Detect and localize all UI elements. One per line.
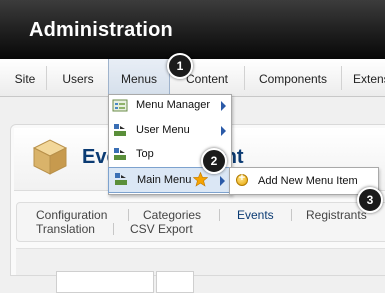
dropdown-item-user-menu[interactable]: User Menu (108, 119, 230, 143)
menu-separator (244, 66, 245, 90)
tab-translation[interactable]: Translation (36, 222, 95, 236)
menu-icon (115, 173, 127, 185)
tab-events[interactable]: Events (237, 208, 274, 222)
tab-separator (219, 209, 220, 221)
dropdown-item-menu-manager[interactable]: Menu Manager (108, 94, 230, 118)
plus-glyph: + (238, 172, 246, 184)
menu-menus[interactable]: Menus (108, 59, 170, 96)
menu-components[interactable]: Components (248, 59, 338, 96)
tab-categories[interactable]: Categories (143, 208, 201, 222)
menu-icon (114, 124, 126, 136)
step-badge-1: 1 (167, 53, 193, 79)
tab-configuration[interactable]: Configuration (36, 208, 107, 222)
tab-csv-export[interactable]: CSV Export (130, 222, 193, 236)
star-icon (193, 172, 208, 187)
menu-icon (114, 148, 126, 160)
submenu-arrow-icon (220, 176, 225, 186)
step-badge-3: 3 (357, 187, 383, 213)
filter-input[interactable] (56, 271, 154, 293)
tab-separator (128, 209, 129, 221)
menu-users[interactable]: Users (50, 59, 106, 96)
step-badge-2: 2 (201, 148, 227, 174)
dropdown-label: User Menu (136, 124, 190, 136)
tab-registrants[interactable]: Registrants (306, 208, 367, 222)
menu-separator (46, 66, 47, 90)
dropdown-label: Top (136, 148, 154, 160)
submenu-arrow-icon (221, 101, 226, 111)
dropdown-label: Menu Manager (136, 99, 210, 111)
component-box-icon (32, 139, 68, 175)
header-title: Administration (29, 19, 173, 41)
tab-separator (291, 209, 292, 221)
submenu-arrow-icon (221, 126, 226, 136)
menu-extensions[interactable]: Extens (345, 59, 385, 96)
menu-separator (341, 66, 342, 90)
menu-manager-icon (112, 99, 128, 112)
menu-site[interactable]: Site (8, 59, 42, 96)
tab-separator (113, 223, 114, 235)
add-new-menu-item[interactable]: Add New Menu Item (258, 175, 358, 187)
dropdown-label: Main Menu (137, 174, 192, 186)
filter-button[interactable] (156, 271, 194, 293)
